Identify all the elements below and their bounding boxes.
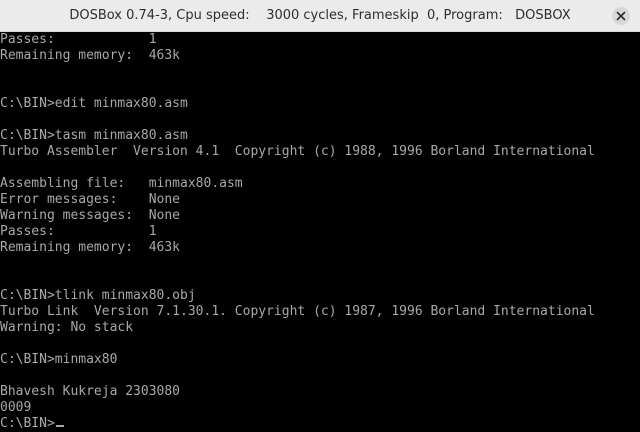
window-title: DOSBox 0.74-3, Cpu speed: 3000 cycles, F… [69, 8, 571, 23]
terminal-line: Remaining memory: 463k [0, 48, 181, 63]
title-bar[interactable]: DOSBox 0.74-3, Cpu speed: 3000 cycles, F… [0, 0, 640, 32]
terminal-line: 0009 [0, 400, 32, 415]
terminal-line: C:\BIN>edit minmax80.asm [0, 96, 188, 111]
text-cursor [55, 425, 64, 427]
command-prompt: C:\BIN> [0, 416, 55, 431]
dosbox-window: DOSBox 0.74-3, Cpu speed: 3000 cycles, F… [0, 0, 640, 432]
terminal-line: Passes: 1 [0, 32, 157, 47]
terminal-line: Assembling file: minmax80.asm [0, 176, 243, 191]
terminal-line: Warning: No stack [0, 320, 134, 335]
terminal-line: C:\BIN>tasm minmax80.asm [0, 128, 188, 143]
close-icon [616, 11, 626, 21]
terminal-line: Bhavesh Kukreja 2303080 [0, 384, 181, 399]
close-button[interactable] [612, 7, 630, 25]
terminal-line: Remaining memory: 463k [0, 240, 181, 255]
terminal-line: Error messages: None [0, 192, 181, 207]
dos-terminal-screen[interactable]: Passes: 1 Remaining memory: 463k C:\BIN>… [0, 32, 640, 432]
terminal-line: Passes: 1 [0, 224, 157, 239]
terminal-line: C:\BIN>tlink minmax80.obj [0, 288, 196, 303]
terminal-line: Warning messages: None [0, 208, 181, 223]
terminal-line: Turbo Assembler Version 4.1 Copyright (c… [0, 144, 595, 159]
command-prompt-line[interactable]: C:\BIN> [0, 416, 64, 432]
terminal-line: Turbo Link Version 7.1.30.1. Copyright (… [0, 304, 595, 319]
terminal-line: C:\BIN>minmax80 [0, 352, 118, 367]
